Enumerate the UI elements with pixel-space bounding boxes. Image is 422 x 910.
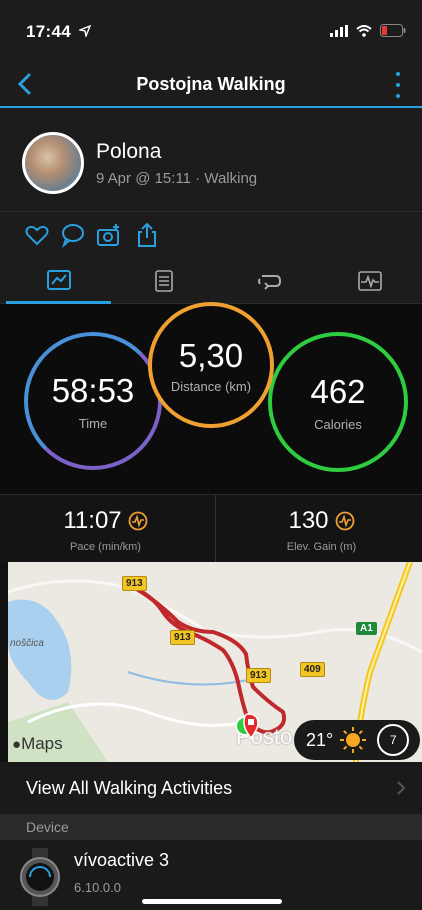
battery-icon [380, 24, 406, 37]
wind-indicator: 7 [377, 724, 410, 756]
overview-chart-icon [46, 269, 71, 290]
tab-overview[interactable] [6, 258, 111, 304]
status-icons [330, 24, 406, 37]
section-label: Device [26, 819, 69, 835]
time-value: 58:53 [51, 371, 135, 409]
watch-icon [20, 848, 60, 906]
status-time-text: 17:44 [26, 22, 71, 41]
performance-badge-icon [335, 511, 354, 531]
activity-header: Polona 9 Apr @ 15:11 · Walking [0, 108, 422, 212]
view-all-walking-activities[interactable]: View All Walking Activities [0, 762, 422, 814]
distance-value: 5,30 [178, 336, 244, 374]
activity-tabs [0, 258, 422, 304]
laps-loop-icon [257, 275, 281, 290]
avatar[interactable] [22, 132, 84, 194]
dot-icon [396, 72, 400, 76]
distance-label: Distance (km) [170, 378, 252, 394]
calories-value: 462 [310, 372, 366, 410]
calories-label: Calories [314, 416, 362, 432]
status-time: 17:44 [26, 22, 92, 42]
wifi-icon [356, 24, 372, 37]
add-photo-icon[interactable] [96, 222, 122, 248]
page-title: Postojna Walking [136, 74, 286, 94]
town-label: noščica [10, 638, 44, 649]
dot-icon [396, 83, 400, 87]
elevation-metric[interactable]: 130 Elev. Gain (m) [216, 495, 422, 563]
device-name: vívoactive 3 [74, 850, 170, 870]
section-header-device: Device [0, 814, 422, 840]
time-ring[interactable]: 58:53 Time [24, 332, 162, 470]
status-bar: 17:44 [0, 0, 422, 62]
motorway-a1-badge: A1 [356, 622, 377, 635]
signal-icon [330, 24, 348, 37]
activity-date-type: 9 Apr @ 15:11 · Walking [96, 170, 258, 187]
calories-ring[interactable]: 462 Calories [268, 332, 408, 472]
document-icon [154, 270, 173, 292]
road-409-badge: 409 [300, 662, 325, 677]
nav-bar: Postojna Walking [0, 62, 422, 108]
metrics-row: 11:07 Pace (min/km) 130 Elev. Gain (m) [0, 494, 422, 563]
distance-ring[interactable]: 5,30 Distance (km) [148, 302, 274, 428]
elevation-value: 130 [288, 507, 329, 534]
weather-badge[interactable]: 21° 7 [294, 720, 420, 760]
tab-charts[interactable] [317, 258, 422, 304]
device-firmware-version: 6.10.0.0 [74, 880, 121, 895]
like-heart-icon[interactable] [24, 222, 50, 248]
apple-logo-icon: ● [12, 736, 22, 753]
tab-laps[interactable] [216, 258, 321, 304]
comment-icon[interactable] [60, 222, 86, 248]
apple-maps-attribution: ●Maps [12, 734, 63, 754]
maps-attribution-text: Maps [21, 734, 63, 753]
elevation-label: Elev. Gain (m) [286, 541, 357, 553]
share-icon[interactable] [134, 222, 160, 248]
tab-stats[interactable] [111, 258, 216, 304]
weather-temperature: 21° [306, 729, 334, 750]
home-indicator[interactable] [142, 899, 282, 904]
pace-metric[interactable]: 11:07 Pace (min/km) [0, 495, 211, 563]
start-pin-icon [235, 713, 259, 740]
road-913-badge: 913 [246, 668, 271, 683]
performance-badge-icon [128, 511, 148, 531]
route-map[interactable]: 913 913 913 409 A1 noščica Posto ●Maps 2… [8, 562, 422, 762]
pace-label: Pace (min/km) [70, 541, 141, 553]
pace-value: 11:07 [63, 507, 122, 534]
sun-icon [340, 727, 367, 753]
time-label: Time [78, 415, 108, 431]
more-options-button[interactable] [388, 70, 408, 100]
heart-rate-chart-icon [357, 271, 382, 291]
chevron-right-icon [397, 781, 406, 795]
dot-icon [396, 94, 400, 98]
summary-stats: 58:53 Time 462 Calories 5,30 Distance (k… [0, 302, 422, 494]
user-name[interactable]: Polona [96, 140, 161, 164]
road-913-badge: 913 [170, 630, 195, 645]
view-all-label: View All Walking Activities [26, 778, 233, 798]
road-913-badge: 913 [122, 576, 147, 591]
location-arrow-icon [77, 24, 92, 39]
action-bar [0, 212, 422, 258]
